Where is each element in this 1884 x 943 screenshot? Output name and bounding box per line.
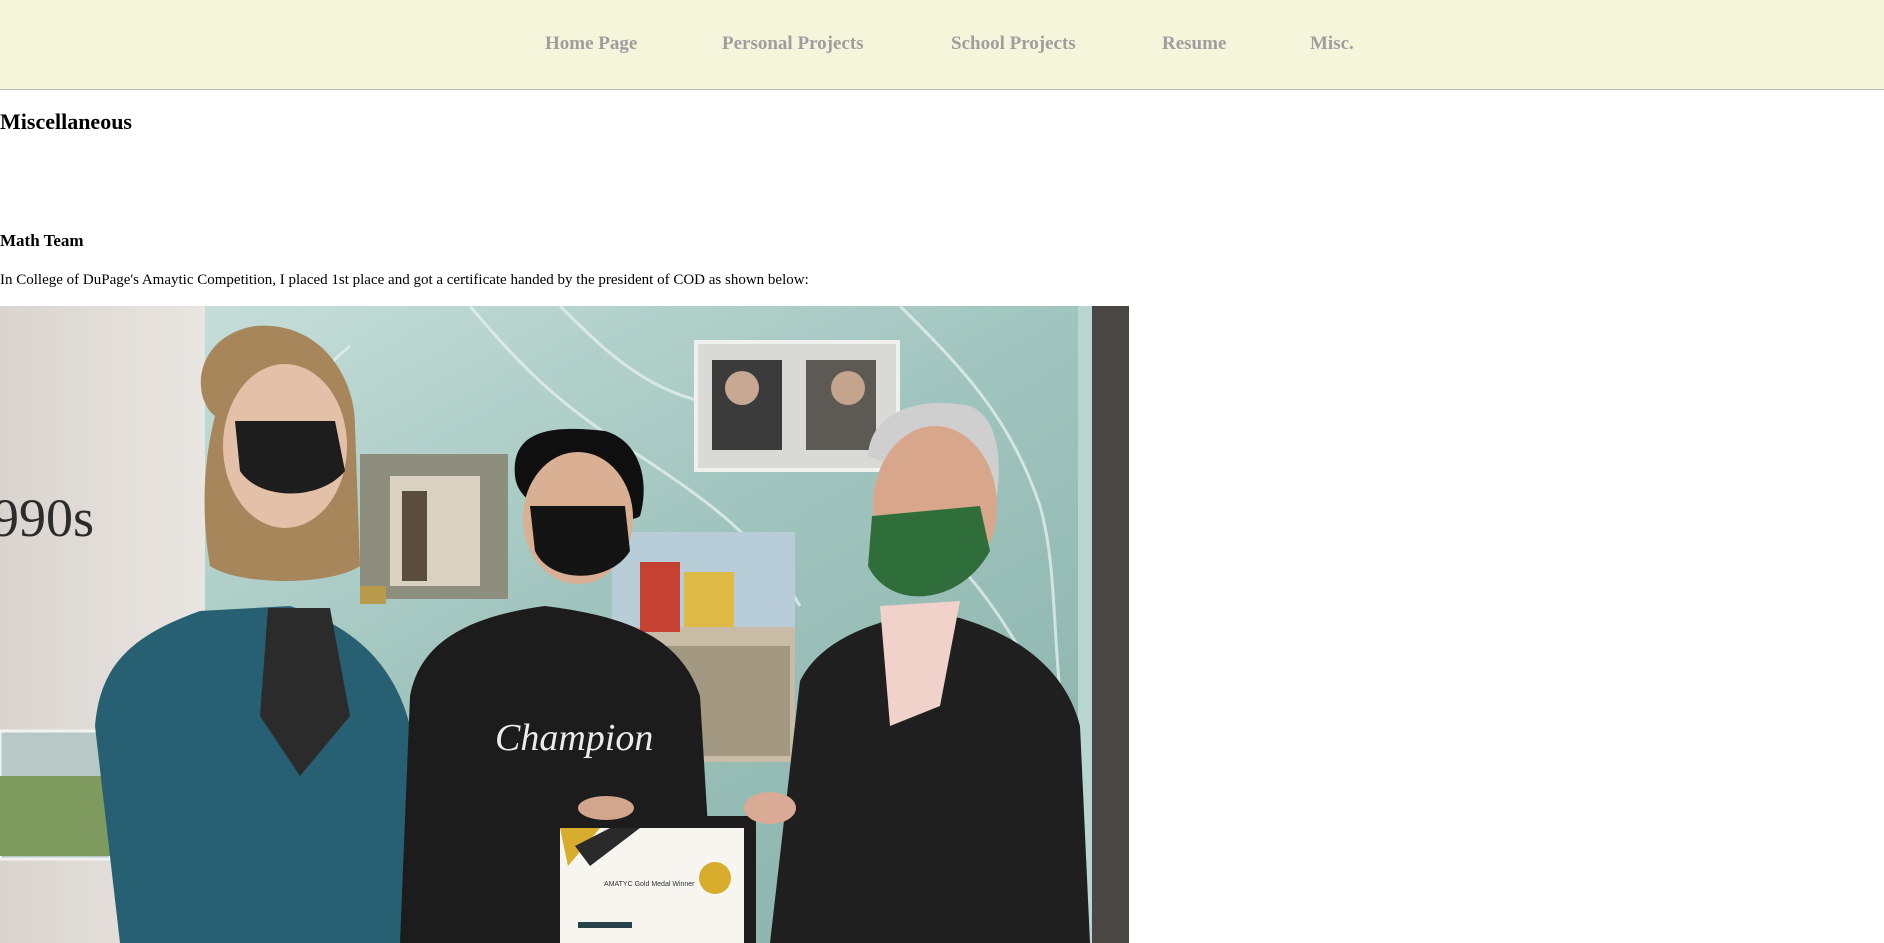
math-team-heading: Math Team — [0, 231, 84, 250]
nav-home-page[interactable]: Home Page — [545, 33, 637, 55]
nav-school-projects[interactable]: School Projects — [951, 33, 1076, 55]
hoodie-text: Champion — [495, 717, 653, 759]
certificate-title: AMATYC Gold Medal Winner — [604, 881, 695, 888]
page-title: Miscellaneous — [0, 109, 132, 134]
wall-text: 990s — [0, 488, 94, 548]
math-team-description: In College of DuPage's Amaytic Competiti… — [0, 272, 809, 288]
nav-personal-projects[interactable]: Personal Projects — [722, 33, 864, 55]
certificate: AMATYC Gold Medal Winner — [548, 816, 756, 943]
nav-misc[interactable]: Misc. — [1310, 33, 1354, 55]
award-photo: 990s Champion AMATYC Gold Medal Winner — [0, 306, 1129, 943]
top-navbar: Home Page Personal Projects School Proje… — [0, 0, 1884, 90]
nav-resume[interactable]: Resume — [1162, 33, 1226, 55]
